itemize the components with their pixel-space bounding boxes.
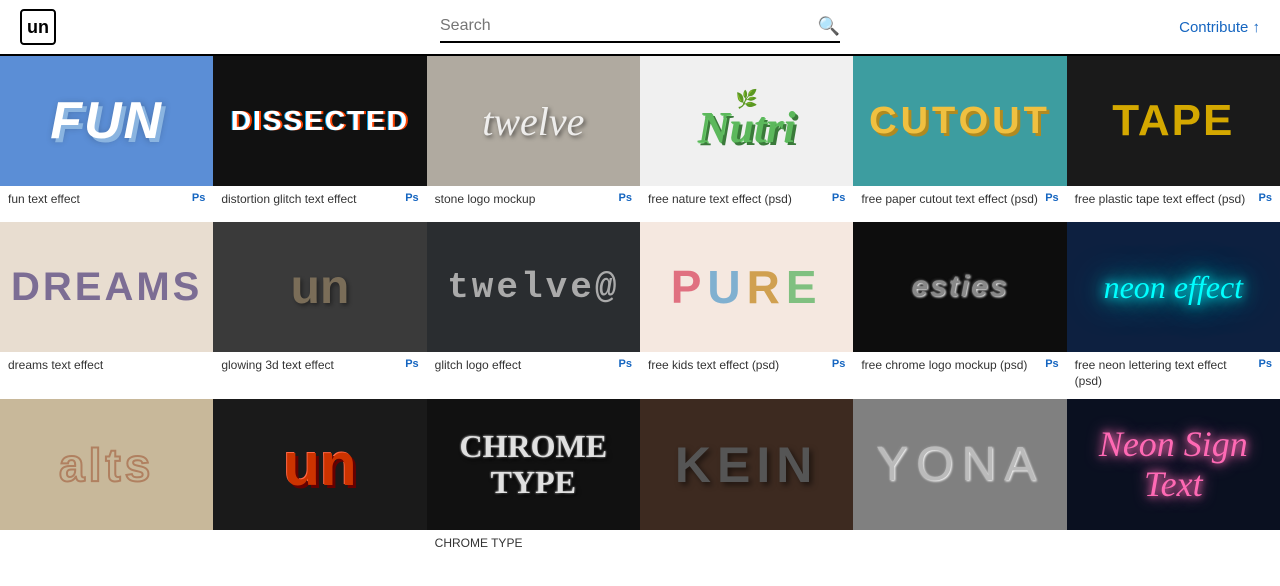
ps-badge: Ps xyxy=(619,192,632,204)
card-thumbnail: FUN xyxy=(0,56,213,186)
card-distortion-glitch-text-effect[interactable]: DISSECTED distortion glitch text effect Ps xyxy=(213,56,426,222)
card-fun-text-effect[interactable]: FUN fun text effect Ps xyxy=(0,56,213,222)
card-thumbnail: CHROME TYPE xyxy=(427,399,640,529)
card-dark-3d-logo[interactable]: un xyxy=(213,399,426,565)
ps-badge: Ps xyxy=(405,358,418,370)
ps-badge: Ps xyxy=(1045,358,1058,370)
card-free-nature-text-effect[interactable]: 🌿Nutri free nature text effect (psd) Ps xyxy=(640,56,853,222)
card-title: distortion glitch text effect xyxy=(221,192,356,208)
card-display-text: YONA xyxy=(853,399,1066,529)
card-title: free neon lettering text effect (psd) xyxy=(1075,358,1255,389)
card-info: fun text effect Ps xyxy=(0,186,213,222)
card-thumbnail: TAPE xyxy=(1067,56,1280,186)
card-kein-text[interactable]: KEIN xyxy=(640,399,853,565)
card-free-plastic-tape-text-effect[interactable]: TAPE free plastic tape text effect (psd) P… xyxy=(1067,56,1280,222)
ps-badge: Ps xyxy=(192,192,205,204)
ps-badge: Ps xyxy=(405,192,418,204)
card-info: free neon lettering text effect (psd) Ps xyxy=(1067,352,1280,399)
card-display-text: PURE xyxy=(640,222,853,352)
ps-badge: Ps xyxy=(1045,192,1058,204)
card-title: stone logo mockup xyxy=(435,192,536,208)
card-thumbnail: un xyxy=(213,399,426,529)
card-thumbnail: twelve xyxy=(427,56,640,186)
card-thumbnail: CUTOUT xyxy=(853,56,1066,186)
card-display-text: un xyxy=(213,399,426,529)
card-glowing-3d-text-effect[interactable]: un glowing 3d text effect Ps xyxy=(213,222,426,399)
card-chrome-type[interactable]: CHROME TYPE CHROME TYPE xyxy=(427,399,640,565)
card-thumbnail: neon effect xyxy=(1067,222,1280,352)
card-title: glowing 3d text effect xyxy=(221,358,334,374)
card-title: dreams text effect xyxy=(8,358,103,374)
card-info: CHROME TYPE xyxy=(427,530,640,566)
card-thumbnail: Neon Sign Text xyxy=(1067,399,1280,529)
card-info: free paper cutout text effect (psd) Ps xyxy=(853,186,1066,222)
card-display-text: KEIN xyxy=(640,399,853,529)
card-info: free kids text effect (psd) Ps xyxy=(640,352,853,388)
card-title: free plastic tape text effect (psd) xyxy=(1075,192,1246,208)
card-thumbnail: DISSECTED xyxy=(213,56,426,186)
card-thumbnail: esties xyxy=(853,222,1066,352)
card-free-paper-cutout-text-effect[interactable]: CUTOUTfree paper cutout text effect (psd… xyxy=(853,56,1066,222)
card-info: free plastic tape text effect (psd) Ps xyxy=(1067,186,1280,222)
card-thumbnail: alts xyxy=(0,399,213,529)
card-info: stone logo mockup Ps xyxy=(427,186,640,222)
ps-badge: Ps xyxy=(619,358,632,370)
card-info: glitch logo effect Ps xyxy=(427,352,640,388)
card-display-text: DREAMS xyxy=(0,222,213,352)
card-neon-sign-text[interactable]: Neon Sign Text xyxy=(1067,399,1280,565)
card-info: glowing 3d text effect Ps xyxy=(213,352,426,388)
card-title: free chrome logo mockup (psd) xyxy=(861,358,1027,374)
card-display-text: un xyxy=(213,222,426,352)
card-thumbnail: YONA xyxy=(853,399,1066,529)
cards-grid: FUNfun text effectPsDISSECTEDdistortion … xyxy=(0,56,1280,566)
ps-badge: Ps xyxy=(832,192,845,204)
card-free-neon-lettering-text-effect[interactable]: neon effectfree neon lettering text effe… xyxy=(1067,222,1280,399)
card-info: free nature text effect (psd) Ps xyxy=(640,186,853,222)
card-display-text: esties xyxy=(853,222,1066,352)
card-display-text: alts xyxy=(0,399,213,529)
card-display-text: CUTOUT xyxy=(853,56,1066,186)
ps-badge: Ps xyxy=(1259,192,1272,204)
card-info: free chrome logo mockup (psd) Ps xyxy=(853,352,1066,388)
card-thumbnail: 🌿Nutri xyxy=(640,56,853,186)
card-title: glitch logo effect xyxy=(435,358,522,374)
ps-badge: Ps xyxy=(1259,358,1272,370)
card-display-text: CHROME TYPE xyxy=(427,399,640,529)
card-free-chrome-logo-mockup[interactable]: esties free chrome logo mockup (psd) Ps xyxy=(853,222,1066,399)
card-thumbnail: PURE xyxy=(640,222,853,352)
header: un 🔍 Contribute ↑ xyxy=(0,0,1280,56)
ps-badge: Ps xyxy=(832,358,845,370)
card-thumbnail: twelve@ xyxy=(427,222,640,352)
card-free-kids-text-effect[interactable]: PURE free kids text effect (psd) Ps xyxy=(640,222,853,399)
card-alts-logo[interactable]: alts xyxy=(0,399,213,565)
contribute-link[interactable]: Contribute ↑ xyxy=(1179,19,1260,36)
card-display-text: twelve@ xyxy=(427,222,640,352)
card-dreams-text-effect[interactable]: DREAMS dreams text effect xyxy=(0,222,213,399)
card-display-text: neon effect xyxy=(1067,222,1280,352)
card-glitch-logo-effect[interactable]: twelve@ glitch logo effect Ps xyxy=(427,222,640,399)
card-display-text: TAPE xyxy=(1067,56,1280,186)
card-title: CHROME TYPE xyxy=(435,536,523,552)
logo-text: un xyxy=(27,17,49,38)
card-thumbnail: KEIN xyxy=(640,399,853,529)
logo[interactable]: un xyxy=(20,9,56,45)
card-title: free nature text effect (psd) xyxy=(648,192,792,208)
card-display-text: DISSECTED xyxy=(213,56,426,186)
card-info: dreams text effect xyxy=(0,352,213,388)
card-title: free paper cutout text effect (psd) xyxy=(861,192,1038,208)
card-stone-logo-mockup[interactable]: twelve stone logo mockup Ps xyxy=(427,56,640,222)
search-button[interactable]: 🔍 xyxy=(818,16,840,37)
card-display-text: twelve xyxy=(427,56,640,186)
card-title: fun text effect xyxy=(8,192,80,208)
card-title: free kids text effect (psd) xyxy=(648,358,779,374)
card-info: distortion glitch text effect Ps xyxy=(213,186,426,222)
card-display-text: Neon Sign Text xyxy=(1067,399,1280,529)
card-thumbnail: DREAMS xyxy=(0,222,213,352)
search-bar: 🔍 xyxy=(440,11,840,43)
card-display-text: 🌿Nutri xyxy=(640,56,853,186)
card-display-text: FUN xyxy=(0,56,213,186)
search-input[interactable] xyxy=(440,11,818,41)
card-yona-text[interactable]: YONA xyxy=(853,399,1066,565)
card-thumbnail: un xyxy=(213,222,426,352)
